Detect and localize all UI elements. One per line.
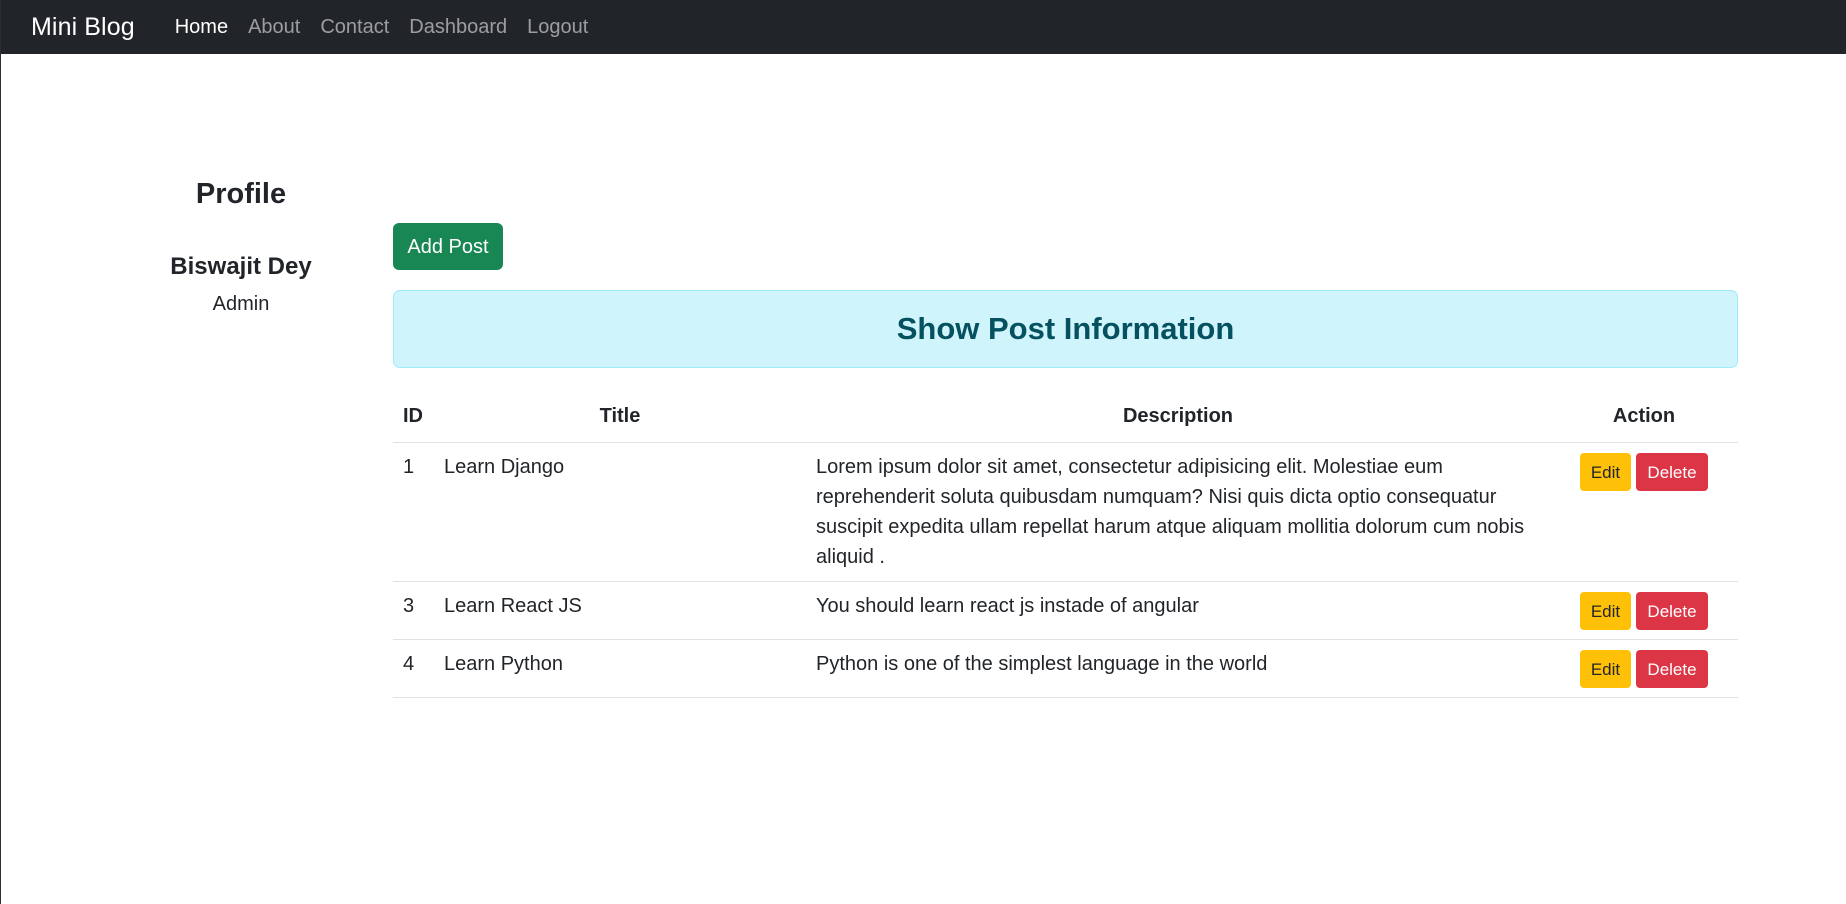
cell-id: 3 [393, 581, 434, 640]
table-row: 4 Learn Python Python is one of the simp… [393, 639, 1738, 698]
posts-table: ID Title Description Action 1 Learn Djan… [393, 390, 1738, 698]
top-navbar: Mini Blog Home About Contact Dashboard L… [1, 0, 1846, 54]
nav-links: Home About Contact Dashboard Logout [165, 16, 599, 39]
nav-link-about[interactable]: About [238, 16, 310, 39]
table-row: 3 Learn React JS You should learn react … [393, 581, 1738, 640]
table-header: ID Title Description Action [393, 390, 1738, 443]
nav-link-dashboard[interactable]: Dashboard [399, 16, 517, 39]
add-post-button[interactable]: Add Post [393, 223, 503, 270]
edit-button[interactable]: Edit [1580, 592, 1631, 630]
delete-button[interactable]: Delete [1636, 592, 1708, 630]
cell-action: Edit Delete [1550, 442, 1738, 582]
table-body: 1 Learn Django Lorem ipsum dolor sit ame… [393, 442, 1738, 698]
header-description: Description [806, 390, 1550, 443]
profile-heading: Profile [195, 178, 287, 210]
cell-title: Learn Python [434, 639, 806, 698]
post-info-banner: Show Post Information [393, 290, 1738, 368]
cell-title: Learn React JS [434, 581, 806, 640]
header-action: Action [1550, 390, 1738, 443]
cell-id: 1 [393, 442, 434, 582]
profile-name: Biswajit Dey [170, 253, 312, 280]
row-actions: Edit Delete [1560, 591, 1728, 630]
cell-title: Learn Django [434, 442, 806, 582]
nav-link-logout[interactable]: Logout [517, 16, 598, 39]
banner-title: Show Post Information [896, 311, 1235, 346]
nav-link-home[interactable]: Home [165, 16, 238, 39]
posts-section: Add Post Show Post Information ID Title … [393, 223, 1738, 698]
app-window: Mini Blog Home About Contact Dashboard L… [0, 0, 1846, 904]
brand-link[interactable]: Mini Blog [31, 13, 135, 42]
header-row: ID Title Description Action [393, 390, 1738, 443]
cell-action: Edit Delete [1550, 581, 1738, 640]
delete-button[interactable]: Delete [1636, 453, 1708, 491]
delete-button[interactable]: Delete [1636, 650, 1708, 688]
cell-action: Edit Delete [1550, 639, 1738, 698]
edit-button[interactable]: Edit [1580, 650, 1631, 688]
profile-panel: Profile Biswajit Dey Admin [121, 172, 361, 318]
cell-description: You should learn react js instade of ang… [806, 581, 1550, 640]
cell-description: Python is one of the simplest language i… [806, 639, 1550, 698]
table-row: 1 Learn Django Lorem ipsum dolor sit ame… [393, 442, 1738, 582]
row-actions: Edit Delete [1560, 649, 1728, 688]
nav-link-contact[interactable]: Contact [310, 16, 399, 39]
cell-description: Lorem ipsum dolor sit amet, consectetur … [806, 442, 1550, 582]
header-id: ID [393, 390, 434, 443]
cell-id: 4 [393, 639, 434, 698]
header-title: Title [434, 390, 806, 443]
profile-role: Admin [212, 293, 270, 315]
edit-button[interactable]: Edit [1580, 453, 1631, 491]
row-actions: Edit Delete [1560, 452, 1728, 491]
